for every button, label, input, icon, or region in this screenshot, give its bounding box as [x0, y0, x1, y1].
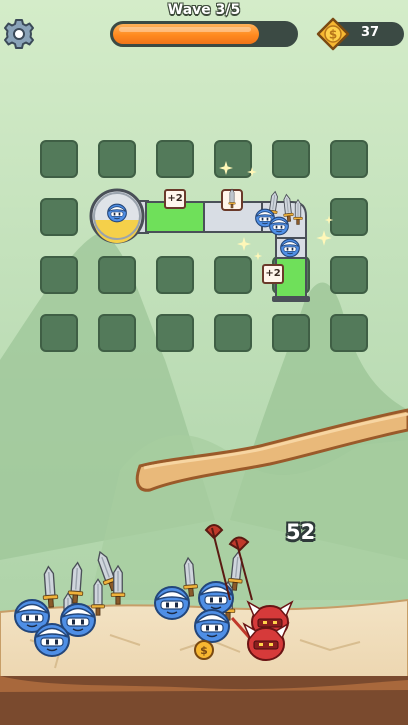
wave-progress-fill — [113, 24, 259, 44]
ally-unit — [154, 586, 190, 620]
grid-cell[interactable] — [156, 256, 194, 294]
grid-cell[interactable] — [40, 198, 78, 236]
path-ally-2 — [269, 216, 289, 236]
gear-icon — [4, 19, 34, 49]
coin-count: 37 — [360, 25, 380, 40]
ground-edge — [0, 676, 408, 725]
path-sword-marker — [221, 188, 243, 211]
ally-unit — [34, 623, 70, 657]
grid-cell[interactable] — [98, 314, 136, 352]
damage-popup: 52 — [286, 520, 316, 544]
ally-unit — [198, 581, 234, 615]
grid-cell[interactable] — [272, 314, 310, 352]
path-bonus-tag: +2 — [164, 189, 186, 209]
wave-label: Wave 3/5 — [167, 2, 241, 18]
grid-cell[interactable] — [214, 256, 252, 294]
settings-button[interactable] — [3, 18, 35, 50]
grid-cell[interactable] — [156, 140, 194, 178]
grid-cell[interactable] — [330, 256, 368, 294]
grid-cell[interactable] — [40, 314, 78, 352]
grid-cell[interactable] — [214, 140, 252, 178]
grid-cell[interactable] — [40, 140, 78, 178]
ally-unit — [194, 609, 230, 643]
grid-cell[interactable] — [40, 256, 78, 294]
grid-cell[interactable] — [330, 140, 368, 178]
grid-cell[interactable] — [330, 314, 368, 352]
grid-cell[interactable] — [98, 256, 136, 294]
path-cap — [272, 296, 310, 302]
grid-cell[interactable] — [214, 314, 252, 352]
grid-cell[interactable] — [156, 314, 194, 352]
grid-cell[interactable] — [272, 140, 310, 178]
svg-text:$: $ — [329, 28, 337, 42]
coin-icon: $ — [316, 17, 350, 51]
bonus-coin-symbol: $ — [200, 644, 208, 657]
game-scene: $ — [0, 0, 408, 725]
grid-cell[interactable] — [330, 198, 368, 236]
spawner-portal-icon[interactable] — [89, 188, 145, 244]
path-bonus-tag: +2 — [262, 264, 284, 284]
grid-cell[interactable] — [98, 140, 136, 178]
path-ally-3 — [280, 238, 300, 258]
bonus-coin-icon: $ — [194, 640, 214, 660]
wave-progress-bar — [110, 21, 298, 47]
